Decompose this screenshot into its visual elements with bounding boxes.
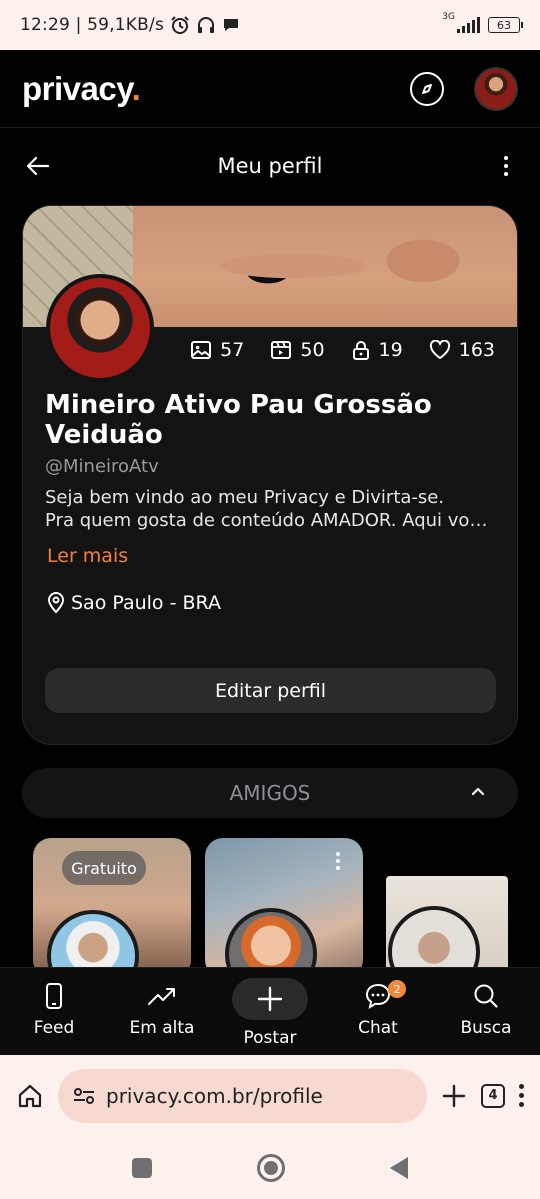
image-icon	[191, 341, 212, 359]
system-nav-bar	[0, 1136, 540, 1199]
phone-icon	[46, 983, 62, 1009]
search-icon	[474, 984, 498, 1008]
home-button[interactable]	[256, 1153, 285, 1182]
profile-stats: 57 50 19 163	[190, 339, 495, 361]
status-icons	[170, 15, 240, 35]
status-right: 3G 63	[436, 12, 523, 33]
recents-button[interactable]	[132, 1157, 153, 1178]
profile-bio: Seja bem vindo ao meu Privacy e Divirta-…	[45, 486, 497, 532]
address-bar[interactable]: privacy.com.br/profile	[58, 1068, 427, 1123]
tab-label: Postar	[243, 1028, 297, 1048]
browser-toolbar: privacy.com.br/profile 4	[0, 1055, 540, 1136]
battery-level: 63	[497, 18, 511, 32]
site-settings-icon[interactable]	[72, 1086, 96, 1106]
friend-card[interactable]	[386, 876, 508, 968]
location-pin-icon	[47, 592, 65, 614]
friend-more-icon[interactable]	[336, 852, 340, 870]
url-text: privacy.com.br/profile	[106, 1083, 323, 1108]
user-avatar[interactable]	[474, 66, 518, 111]
page-title-bar: Meu perfil	[0, 128, 540, 204]
friends-section-toggle[interactable]: AMIGOS	[22, 768, 518, 818]
profile-handle: @MineiroAtv	[45, 456, 159, 477]
tab-label: Feed	[33, 1018, 75, 1038]
network-type: 3G	[442, 12, 455, 22]
clock-text: 12:29	[20, 15, 70, 35]
stat-likes: 163	[429, 339, 495, 361]
alarm-icon	[171, 16, 189, 34]
message-bubble-icon	[224, 19, 239, 31]
explore-compass-icon[interactable]	[410, 71, 444, 106]
location-text: Sao Paulo - BRA	[71, 592, 221, 614]
bottom-tab-bar: Feed Em alta Postar 2 Chat Busca	[0, 967, 540, 1055]
stat-photos: 57	[190, 339, 244, 361]
profile-card: 57 50 19 163 Mineiro Ativo Pau Grossão V…	[22, 205, 518, 745]
edit-profile-button[interactable]: Editar perfil	[45, 668, 496, 713]
more-options-icon[interactable]	[498, 152, 514, 180]
post-plus-icon	[232, 978, 308, 1020]
video-icon	[271, 341, 292, 359]
friend-card[interactable]	[205, 838, 363, 968]
tab-search[interactable]: Busca	[432, 968, 540, 1055]
heart-icon	[429, 340, 450, 359]
chevron-up-icon	[471, 787, 485, 796]
battery-icon: 63	[488, 17, 523, 33]
lock-icon	[352, 341, 369, 360]
new-tab-plus-icon[interactable]	[441, 1083, 467, 1109]
logo-text: privacy	[22, 69, 132, 107]
photos-count: 57	[220, 339, 245, 361]
network-speed: 59,1KB/s	[87, 15, 165, 35]
app-header: privacy.	[0, 50, 540, 128]
home-icon[interactable]	[16, 1082, 44, 1110]
trending-up-icon	[148, 988, 175, 1005]
headphones-icon	[198, 17, 215, 33]
tab-trending[interactable]: Em alta	[108, 968, 216, 1055]
tab-chat[interactable]: 2 Chat	[324, 968, 432, 1055]
friends-header: AMIGOS	[229, 781, 311, 805]
tab-label: Busca	[460, 1018, 512, 1038]
tab-label: Chat	[358, 1018, 398, 1038]
friend-avatar	[225, 908, 317, 968]
status-bar: 12:29 | 59,1KB/s 3G 63	[0, 0, 540, 50]
profile-name: Mineiro Ativo Pau Grossão Veiduão	[45, 390, 432, 450]
videos-count: 50	[300, 339, 325, 361]
friend-card[interactable]: Gratuito	[33, 838, 191, 968]
page-title: Meu perfil	[217, 154, 323, 178]
bio-line: Seja bem vindo ao meu Privacy e Divirta-…	[45, 487, 445, 508]
logo-dot: .	[131, 69, 141, 107]
back-button[interactable]	[389, 1156, 408, 1179]
likes-count: 163	[458, 339, 495, 361]
tab-feed[interactable]: Feed	[0, 968, 108, 1055]
browser-menu-icon[interactable]	[519, 1084, 524, 1107]
profile-avatar[interactable]	[46, 274, 154, 382]
friend-avatar	[47, 910, 139, 968]
friend-avatar	[388, 906, 480, 968]
profile-location: Sao Paulo - BRA	[47, 592, 221, 614]
back-arrow-icon[interactable]	[26, 156, 50, 176]
locked-count: 19	[378, 339, 403, 361]
status-time: 12:29 | 59,1KB/s	[20, 15, 164, 35]
tab-switcher-button[interactable]: 4	[481, 1083, 505, 1108]
privacy-logo[interactable]: privacy.	[22, 69, 141, 108]
stat-locked: 19	[351, 339, 403, 361]
status-separator: |	[75, 15, 82, 35]
tab-post[interactable]: Postar	[216, 968, 324, 1055]
tab-label: Em alta	[129, 1018, 195, 1038]
friends-list: Gratuito	[0, 838, 540, 968]
free-badge: Gratuito	[62, 851, 146, 885]
read-more-link[interactable]: Ler mais	[47, 545, 128, 567]
stat-videos: 50	[270, 339, 325, 361]
chat-unread-badge: 2	[388, 980, 406, 998]
bio-line: Pra quem gosta de conteúdo AMADOR. Aqui …	[45, 510, 497, 531]
signal-icon	[457, 17, 480, 33]
